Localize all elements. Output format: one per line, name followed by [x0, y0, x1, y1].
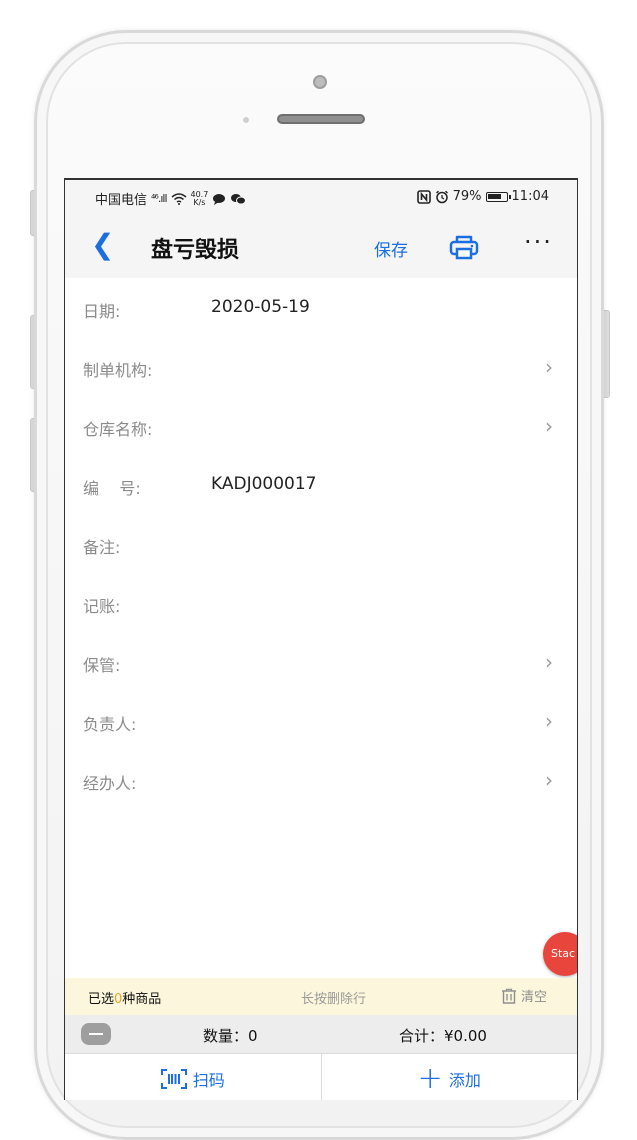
- selected-suffix: 种商品: [122, 992, 162, 1007]
- wifi-icon: [171, 192, 186, 205]
- network-speed: 40.7 K/s: [191, 190, 209, 207]
- proximity-sensor: [243, 117, 249, 123]
- field-label: 编 号:: [83, 479, 141, 498]
- collapse-minus-button[interactable]: [81, 1023, 111, 1045]
- front-camera: [313, 75, 327, 89]
- battery-icon: [485, 191, 511, 202]
- selected-count-text: 已选0种商品: [88, 988, 161, 1007]
- quantity-total: 数量：0: [203, 1027, 258, 1045]
- clear-button[interactable]: 清空: [501, 986, 577, 1005]
- nav-bar: ❮ 盘亏毁损 保存 ···: [65, 216, 577, 278]
- chevron-right-icon: ›: [545, 355, 553, 379]
- chevron-right-icon: ›: [545, 414, 553, 438]
- totals-bar: 数量：0 合计：¥0.00: [65, 1015, 577, 1053]
- field-label: 经办人:: [83, 774, 137, 793]
- chevron-right-icon: ›: [545, 709, 553, 733]
- field-number: 编 号: KADJ000017: [65, 455, 577, 514]
- form-list: 日期: 2020-05-19 制单机构: › 仓库名称: › 编 号: KADJ…: [65, 278, 577, 809]
- field-remark[interactable]: 备注:: [65, 514, 577, 573]
- barcode-scan-icon: [160, 1068, 187, 1089]
- field-value: 2020-05-19: [211, 297, 310, 317]
- earpiece-speaker: [277, 114, 365, 124]
- add-button[interactable]: + 添加: [320, 1054, 577, 1100]
- field-label: 仓库名称:: [83, 420, 153, 439]
- signal-icon: ⁴⁶.ıll: [151, 192, 168, 205]
- field-date[interactable]: 日期: 2020-05-19: [65, 278, 577, 337]
- print-icon[interactable]: [449, 234, 479, 260]
- page-title: 盘亏毁损: [151, 238, 240, 263]
- chevron-right-icon: ›: [545, 768, 553, 792]
- scan-label: 扫码: [192, 1070, 225, 1090]
- field-warehouse[interactable]: 仓库名称: ›: [65, 396, 577, 455]
- selected-prefix: 已选: [88, 992, 115, 1007]
- field-org[interactable]: 制单机构: ›: [65, 337, 577, 396]
- stac-floating-button[interactable]: Stac: [543, 932, 577, 976]
- field-label: 记账:: [83, 597, 121, 616]
- field-custodian[interactable]: 保管: ›: [65, 632, 577, 691]
- clear-label: 清空: [521, 990, 548, 1005]
- wechat-icon: [231, 193, 247, 204]
- long-press-hint: 长按删除行: [301, 992, 367, 1007]
- clock-time: 11:04: [511, 189, 549, 204]
- battery-percent: 79%: [452, 189, 482, 204]
- scan-button[interactable]: 扫码: [65, 1054, 321, 1100]
- selection-bar: 已选0种商品 长按删除行 清空: [65, 978, 577, 1015]
- field-responsible[interactable]: 负责人: ›: [65, 691, 577, 750]
- chevron-right-icon: ›: [545, 650, 553, 674]
- app-screen: 中国电信 ⁴⁶.ıll 40.7 K/s 79% 11:04 ❮ 盘亏毁损 保存…: [64, 178, 578, 1100]
- field-label: 备注:: [83, 538, 121, 557]
- nfc-icon: [416, 189, 431, 204]
- carrier-name: 中国电信: [95, 193, 148, 208]
- field-label: 保管:: [83, 656, 121, 675]
- status-bar: 中国电信 ⁴⁶.ıll 40.7 K/s 79% 11:04: [65, 180, 577, 216]
- field-label: 制单机构:: [83, 361, 153, 380]
- amount-total: 合计：¥0.00: [399, 1027, 487, 1045]
- more-options-button[interactable]: ···: [524, 228, 553, 256]
- field-label: 日期:: [83, 302, 121, 321]
- plus-icon: +: [417, 1060, 443, 1096]
- field-handler[interactable]: 经办人: ›: [65, 750, 577, 809]
- field-label: 负责人:: [83, 715, 137, 734]
- bottom-actions: 扫码 + 添加: [65, 1053, 577, 1100]
- field-bookkeeping[interactable]: 记账:: [65, 573, 577, 632]
- back-chevron-icon[interactable]: ❮: [91, 230, 114, 260]
- add-label: 添加: [448, 1070, 481, 1090]
- message-icon: [213, 193, 226, 205]
- alarm-icon: [435, 190, 448, 203]
- speed-unit: K/s: [193, 197, 206, 207]
- trash-icon: [502, 988, 516, 1004]
- save-button[interactable]: 保存: [374, 236, 408, 261]
- field-value: KADJ000017: [211, 474, 317, 494]
